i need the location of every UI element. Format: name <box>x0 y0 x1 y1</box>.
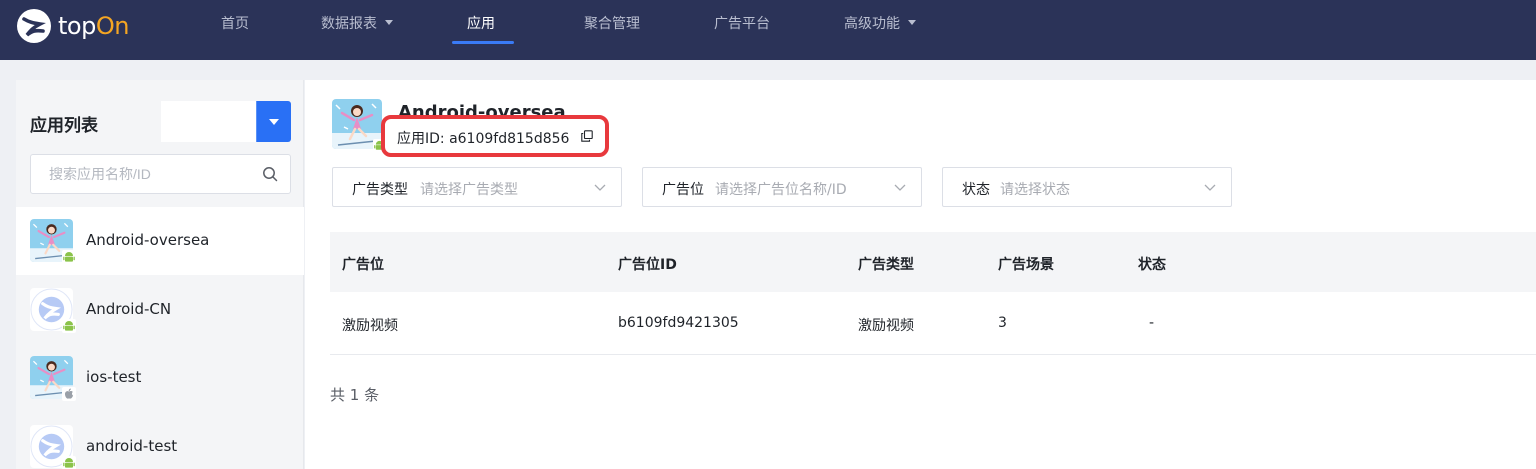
column-header[interactable]: 广告类型 <box>858 254 914 274</box>
column-header[interactable]: 广告位ID <box>618 254 677 274</box>
table-row[interactable]: 激励视频 b6109fd9421305 激励视频 3 - <box>330 292 1536 355</box>
topon-logo-icon <box>17 9 51 43</box>
caret-down-icon <box>269 118 279 125</box>
app-list-item[interactable]: android-test <box>16 413 304 469</box>
plus-icon: + <box>180 109 197 134</box>
table-cell: 3 <box>998 315 1007 331</box>
table-cell: b6109fd9421305 <box>618 315 739 331</box>
app-detail-panel: Android-oversea 应用ID: a6109fd815d856 广告类… <box>305 80 1536 469</box>
filter-label: 广告位 <box>662 182 704 198</box>
sidebar-title: 应用列表 <box>30 116 98 136</box>
filter-placeholder: 请选择状态 <box>1000 182 1070 198</box>
chevron-down-icon <box>593 180 607 194</box>
chevron-down-icon <box>1203 180 1217 194</box>
search-icon[interactable] <box>262 166 278 182</box>
app-list-item-name: ios-test <box>86 368 142 386</box>
table-cell: 激励视频 <box>858 318 914 334</box>
app-list-item-name: android-test <box>86 437 178 455</box>
android-icon <box>62 319 76 333</box>
filter-label: 状态 <box>962 182 990 198</box>
add-app-dropdown-button[interactable] <box>257 101 291 142</box>
nav-advanced[interactable]: 高级功能 <box>844 0 916 48</box>
logo-text: topOn <box>58 12 129 40</box>
app-list-item[interactable]: Android-CN <box>16 276 304 344</box>
status-filter[interactable]: 状态 请选择状态 <box>942 167 1232 207</box>
copy-icon[interactable] <box>581 130 593 142</box>
android-icon <box>62 250 76 264</box>
app-id-text: 应用ID: a6109fd815d856 <box>397 131 570 147</box>
app-search-input[interactable] <box>31 155 256 193</box>
filter-label: 广告类型 <box>352 182 408 198</box>
android-icon <box>62 456 76 469</box>
caret-down-icon <box>385 19 393 25</box>
apple-icon <box>62 387 76 401</box>
nav-reports[interactable]: 数据报表 <box>321 0 393 48</box>
placement-filter[interactable]: 广告位 请选择广告位名称/ID <box>642 167 922 207</box>
app-search-box <box>30 154 291 194</box>
column-header[interactable]: 广告位 <box>342 254 384 274</box>
total-count: 共 1 条 <box>330 386 380 404</box>
chevron-down-icon <box>893 180 907 194</box>
app-list-item-name: Android-CN <box>86 300 172 318</box>
nav-mediation[interactable]: 聚合管理 <box>584 0 640 48</box>
filter-placeholder: 请选择广告位名称/ID <box>715 182 847 198</box>
nav-ad-networks[interactable]: 广告平台 <box>714 0 770 48</box>
topon-logo[interactable]: topOn <box>16 8 129 44</box>
app-list-sidebar: 应用列表 +应用 Android-oversea Android-CN ios-… <box>16 80 304 469</box>
add-app-button[interactable]: + 应用 <box>161 101 256 142</box>
ad-type-filter[interactable]: 广告类型 请选择广告类型 <box>332 167 622 207</box>
table-cell: 激励视频 <box>342 318 398 334</box>
app-list-item-name: Android-oversea <box>86 231 210 249</box>
top-nav-bar: topOn 首页 数据报表 应用 聚合管理 广告平台 高级功能 <box>0 0 1536 60</box>
column-header[interactable]: 广告场景 <box>998 254 1054 274</box>
app-list-item[interactable]: Android-oversea <box>16 207 304 275</box>
caret-down-icon <box>908 19 916 25</box>
placement-table-header: 广告位 广告位ID 广告类型 广告场景 状态 <box>330 232 1536 292</box>
app-id-highlight: 应用ID: a6109fd815d856 <box>381 115 609 157</box>
app-list-item[interactable]: ios-test <box>16 344 304 412</box>
add-app-button-group: + 应用 <box>161 101 291 142</box>
filter-placeholder: 请选择广告类型 <box>420 182 518 198</box>
table-cell: - <box>1149 315 1155 331</box>
nav-active-indicator <box>452 41 514 44</box>
nav-home[interactable]: 首页 <box>221 0 249 48</box>
column-header[interactable]: 状态 <box>1138 254 1166 274</box>
